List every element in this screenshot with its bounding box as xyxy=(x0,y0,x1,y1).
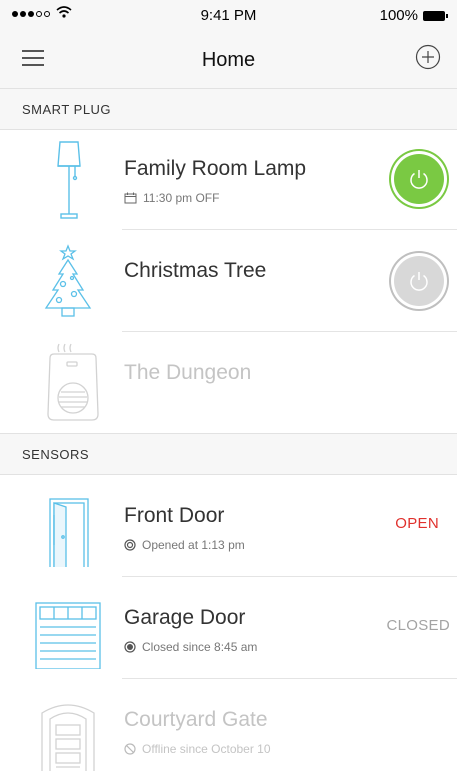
power-icon xyxy=(410,272,428,291)
heater-icon xyxy=(47,343,99,421)
battery-percent: 100% xyxy=(379,7,418,24)
section-header-smart-plug: SMART PLUG xyxy=(0,88,457,130)
closed-status-icon xyxy=(124,641,136,653)
sensor-detail: Opened at 1:13 pm xyxy=(124,538,245,552)
door-open-icon xyxy=(49,498,89,567)
schedule-info: 11:30 pm OFF xyxy=(124,191,219,205)
status-badge: OPEN xyxy=(395,515,439,532)
list-item-front-door[interactable]: Front Door Opened at 1:13 pm OPEN xyxy=(0,475,457,577)
device-name: Family Room Lamp xyxy=(124,157,307,180)
device-name: Christmas Tree xyxy=(124,259,267,282)
sensor-detail-text: Offline since October 10 xyxy=(142,742,271,756)
device-name: The Dungeon xyxy=(124,361,252,384)
list-item-family-room-lamp[interactable]: Family Room Lamp 11:30 pm OFF xyxy=(0,128,457,230)
christmas-tree-icon xyxy=(44,244,92,317)
list-item-the-dungeon[interactable]: The Dungeon xyxy=(0,332,457,434)
lamp-icon xyxy=(57,141,81,219)
calendar-icon xyxy=(124,192,137,204)
section-header-sensors: SENSORS xyxy=(0,433,457,475)
sensor-name: Courtyard Gate xyxy=(124,708,268,731)
page-title: Home xyxy=(201,49,256,71)
battery-indicator: 100% xyxy=(379,7,448,24)
offline-icon xyxy=(124,743,136,755)
power-toggle-on[interactable] xyxy=(394,154,444,204)
sensor-detail-text: Closed since 8:45 am xyxy=(142,640,258,654)
list-item-christmas-tree[interactable]: Christmas Tree xyxy=(0,230,457,332)
schedule-text: 11:30 pm OFF xyxy=(143,191,220,205)
sensor-detail: Closed since 8:45 am xyxy=(124,640,257,654)
add-device-button[interactable] xyxy=(415,44,441,70)
sensor-name: Garage Door xyxy=(124,606,246,629)
status-bar: 9:41 PM 100% xyxy=(0,0,457,30)
section-title: SMART PLUG xyxy=(22,102,112,117)
gate-icon xyxy=(41,704,95,771)
list-item-courtyard-gate[interactable]: Courtyard Gate Offline since October 10 xyxy=(0,679,457,781)
section-title: SENSORS xyxy=(22,447,90,462)
sensor-detail: Offline since October 10 xyxy=(124,742,271,756)
garage-door-icon xyxy=(35,602,101,669)
battery-icon xyxy=(423,10,448,21)
open-status-icon xyxy=(124,539,136,551)
status-badge: CLOSED xyxy=(386,617,450,634)
sensor-detail-text: Opened at 1:13 pm xyxy=(142,538,245,552)
nav-bar: Home xyxy=(0,30,457,89)
power-icon xyxy=(410,170,428,189)
power-toggle-off[interactable] xyxy=(394,256,444,306)
sensor-name: Front Door xyxy=(124,504,225,527)
list-item-garage-door[interactable]: Garage Door Closed since 8:45 am CLOSED xyxy=(0,577,457,679)
